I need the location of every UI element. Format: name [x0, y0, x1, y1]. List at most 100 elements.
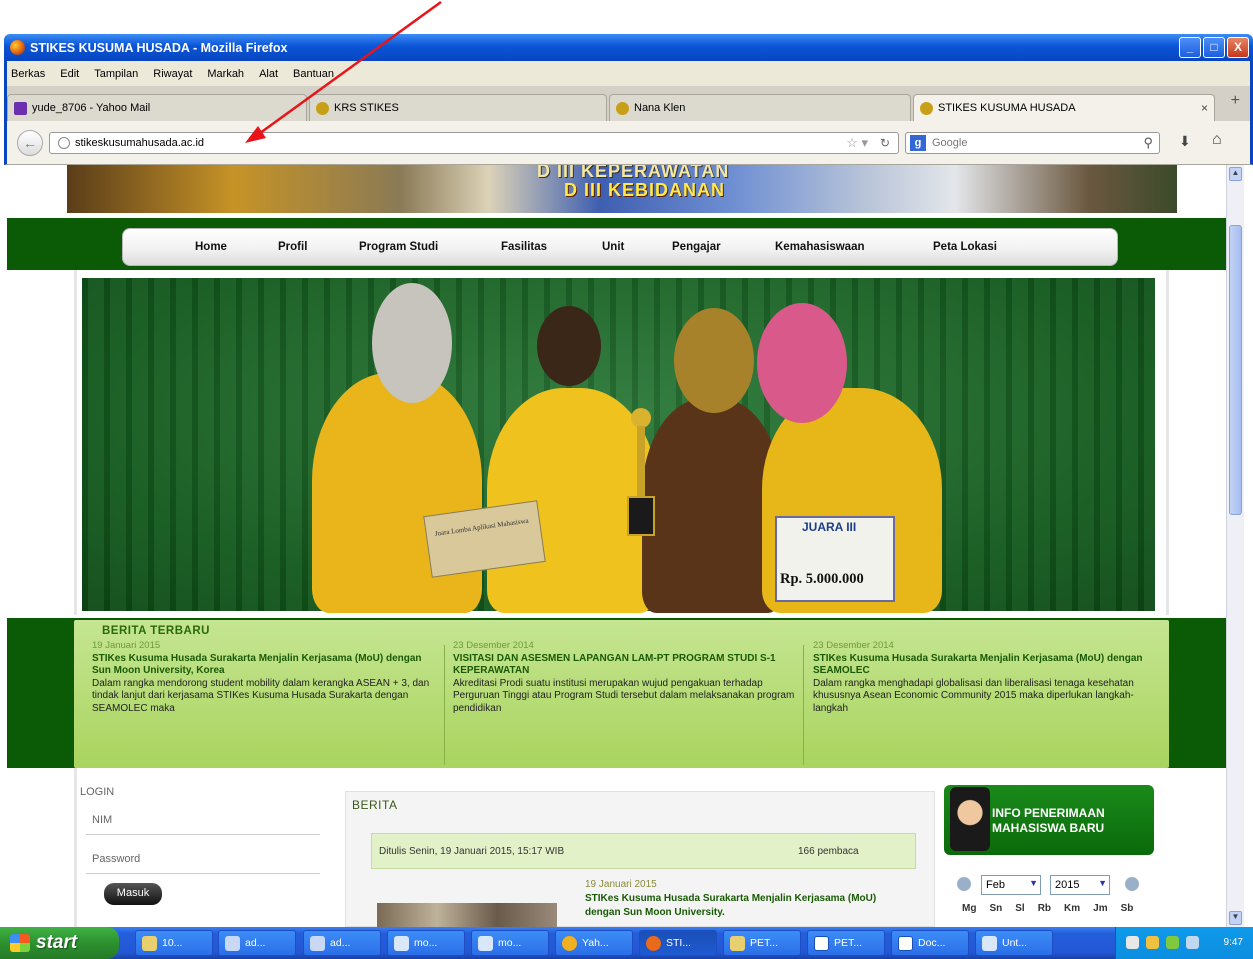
network-icon[interactable]: [1126, 936, 1139, 949]
student-figure: [312, 373, 482, 613]
slider-photo[interactable]: Juara Lomba Aplikasi Mahasiswa JUARA III…: [82, 278, 1155, 613]
maximize-button[interactable]: □: [1203, 37, 1225, 58]
taskbar-label: STI...: [666, 937, 692, 949]
reload-icon[interactable]: ↻: [880, 136, 890, 150]
tray-app-icon[interactable]: [1186, 936, 1199, 949]
url-bar[interactable]: stikeskusumahusada.ac.id ☆ ▾ ↻: [49, 132, 899, 154]
yahoo-mail-icon: [14, 101, 27, 115]
news-item[interactable]: 23 Desember 2014 VISITASI DAN ASESMEN LA…: [453, 640, 803, 768]
prize-title: JUARA III: [802, 520, 857, 534]
menu-edit[interactable]: Edit: [60, 68, 79, 80]
taskbar-label: Yah...: [582, 937, 609, 949]
taskbar-button[interactable]: ad...: [218, 930, 296, 956]
taskbar-label: Unt...: [1002, 937, 1028, 949]
vertical-scrollbar[interactable]: ▲ ▼: [1226, 165, 1244, 927]
menu-tampilan[interactable]: Tampilan: [94, 68, 138, 80]
scroll-thumb[interactable]: [1229, 225, 1242, 515]
nav-peta-lokasi[interactable]: Peta Lokasi: [933, 241, 997, 253]
student-head: [757, 303, 847, 423]
news-thumbnail[interactable]: [377, 903, 557, 927]
news-title-link[interactable]: STIKes Kusuma Husada Surakarta Menjalin …: [585, 892, 905, 920]
tab-stikes-kusuma-husada[interactable]: STIKES KUSUMA HUSADA ×: [913, 94, 1215, 121]
antivirus-icon[interactable]: [1166, 936, 1179, 949]
banner-title-kebidanan: D III KEBIDANAN: [564, 180, 726, 200]
taskbar-label: ad...: [245, 937, 266, 949]
start-button[interactable]: start: [0, 927, 119, 959]
nim-field[interactable]: NIM: [86, 805, 320, 835]
taskbar-label: mo...: [498, 937, 522, 949]
url-text: stikeskusumahusada.ac.id: [75, 137, 205, 149]
search-bar[interactable]: g Google ⚲: [905, 132, 1160, 154]
tab-nana-klen[interactable]: Nana Klen: [609, 94, 911, 121]
search-icon[interactable]: ⚲: [1143, 135, 1153, 151]
taskbar-button[interactable]: ad...: [303, 930, 381, 956]
menu-alat[interactable]: Alat: [259, 68, 278, 80]
news-item[interactable]: 19 Januari 2015 STIKes Kusuma Husada Sur…: [92, 640, 442, 768]
taskbar-button[interactable]: mo...: [471, 930, 549, 956]
app-icon: [225, 936, 240, 951]
scroll-up-icon[interactable]: ▲: [1229, 167, 1242, 181]
minimize-button[interactable]: _: [1179, 37, 1201, 58]
month-select[interactable]: Feb ▼: [981, 875, 1041, 895]
taskbar-button[interactable]: Yah...: [555, 930, 633, 956]
navigation-toolbar: ← stikeskusumahusada.ac.id ☆ ▾ ↻ g Googl…: [4, 121, 1253, 165]
year-select[interactable]: 2015 ▼: [1050, 875, 1110, 895]
news-date: 19 Januari 2015: [585, 879, 657, 890]
nav-unit[interactable]: Unit: [602, 241, 624, 253]
news-item[interactable]: 23 Desember 2014 STIKes Kusuma Husada Su…: [813, 640, 1163, 768]
nav-program-studi[interactable]: Program Studi: [359, 241, 438, 253]
google-icon[interactable]: g: [910, 135, 926, 151]
close-button[interactable]: X: [1227, 37, 1249, 58]
next-month-icon[interactable]: [1125, 877, 1139, 891]
lecturer-figure: [642, 398, 782, 613]
nav-home[interactable]: Home: [195, 241, 227, 253]
taskbar-button[interactable]: 10...: [135, 930, 213, 956]
taskbar-button-active[interactable]: STI...: [639, 930, 717, 956]
calendar-controls: Feb ▼ 2015 ▼: [955, 875, 1155, 897]
password-field[interactable]: Password: [86, 844, 320, 874]
taskbar-button[interactable]: Unt...: [975, 930, 1053, 956]
login-button[interactable]: Masuk: [104, 883, 162, 905]
back-arrow-icon[interactable]: ←: [17, 130, 43, 156]
taskbar-button[interactable]: mo...: [387, 930, 465, 956]
chat-icon: [394, 936, 409, 951]
tab-krs-stikes[interactable]: KRS STIKES: [309, 94, 607, 121]
search-placeholder: Google: [932, 137, 968, 149]
prev-month-icon[interactable]: [957, 877, 971, 891]
news-date: 19 Januari 2015: [92, 640, 161, 651]
taskbar-button[interactable]: PET...: [807, 930, 885, 956]
menu-bantuan[interactable]: Bantuan: [293, 68, 334, 80]
scroll-down-icon[interactable]: ▼: [1229, 911, 1242, 925]
tab-yahoo-mail[interactable]: yude_8706 - Yahoo Mail: [7, 94, 307, 121]
nav-fasilitas[interactable]: Fasilitas: [501, 241, 547, 253]
news-title[interactable]: VISITASI DAN ASESMEN LAPANGAN LAM-PT PRO…: [453, 653, 803, 678]
home-icon[interactable]: ⌂: [1212, 131, 1222, 149]
year-value: 2015: [1055, 879, 1080, 891]
chat-icon: [478, 936, 493, 951]
nav-profil[interactable]: Profil: [278, 241, 307, 253]
download-icon[interactable]: ⬇: [1179, 133, 1191, 150]
nav-kemahasiswaan[interactable]: Kemahasiswaan: [775, 241, 865, 253]
taskbar-button[interactable]: Doc...: [891, 930, 969, 956]
nav-pengajar[interactable]: Pengajar: [672, 241, 721, 253]
graduate-avatar-icon: [950, 787, 990, 851]
news-title[interactable]: STIKes Kusuma Husada Surakarta Menjalin …: [92, 653, 442, 678]
admission-info-banner[interactable]: INFO PENERIMAAN MAHASISWA BARU: [944, 785, 1154, 855]
weekday-label: Sb: [1120, 903, 1134, 914]
post-info-bar: Ditulis Senin, 19 Januari 2015, 15:17 WI…: [371, 833, 916, 869]
menu-riwayat[interactable]: Riwayat: [153, 68, 192, 80]
menu-berkas[interactable]: Berkas: [11, 68, 45, 80]
bookmark-star-icon[interactable]: ☆ ▾: [846, 135, 868, 151]
site-favicon-icon: [316, 101, 329, 115]
column-divider: [803, 645, 804, 765]
folder-icon: [730, 936, 745, 951]
window-title-bar[interactable]: STIKES KUSUMA HUSADA - Mozilla Firefox _…: [4, 34, 1253, 61]
menu-markah[interactable]: Markah: [207, 68, 244, 80]
clock[interactable]: 9:47: [1224, 937, 1243, 948]
new-tab-plus-icon[interactable]: +: [1231, 92, 1240, 110]
taskbar-button[interactable]: PET...: [723, 930, 801, 956]
taskbar-label: Doc...: [918, 937, 946, 949]
volume-icon[interactable]: [1146, 936, 1159, 949]
close-tab-icon[interactable]: ×: [1201, 101, 1208, 115]
news-title[interactable]: STIKes Kusuma Husada Surakarta Menjalin …: [813, 653, 1163, 678]
